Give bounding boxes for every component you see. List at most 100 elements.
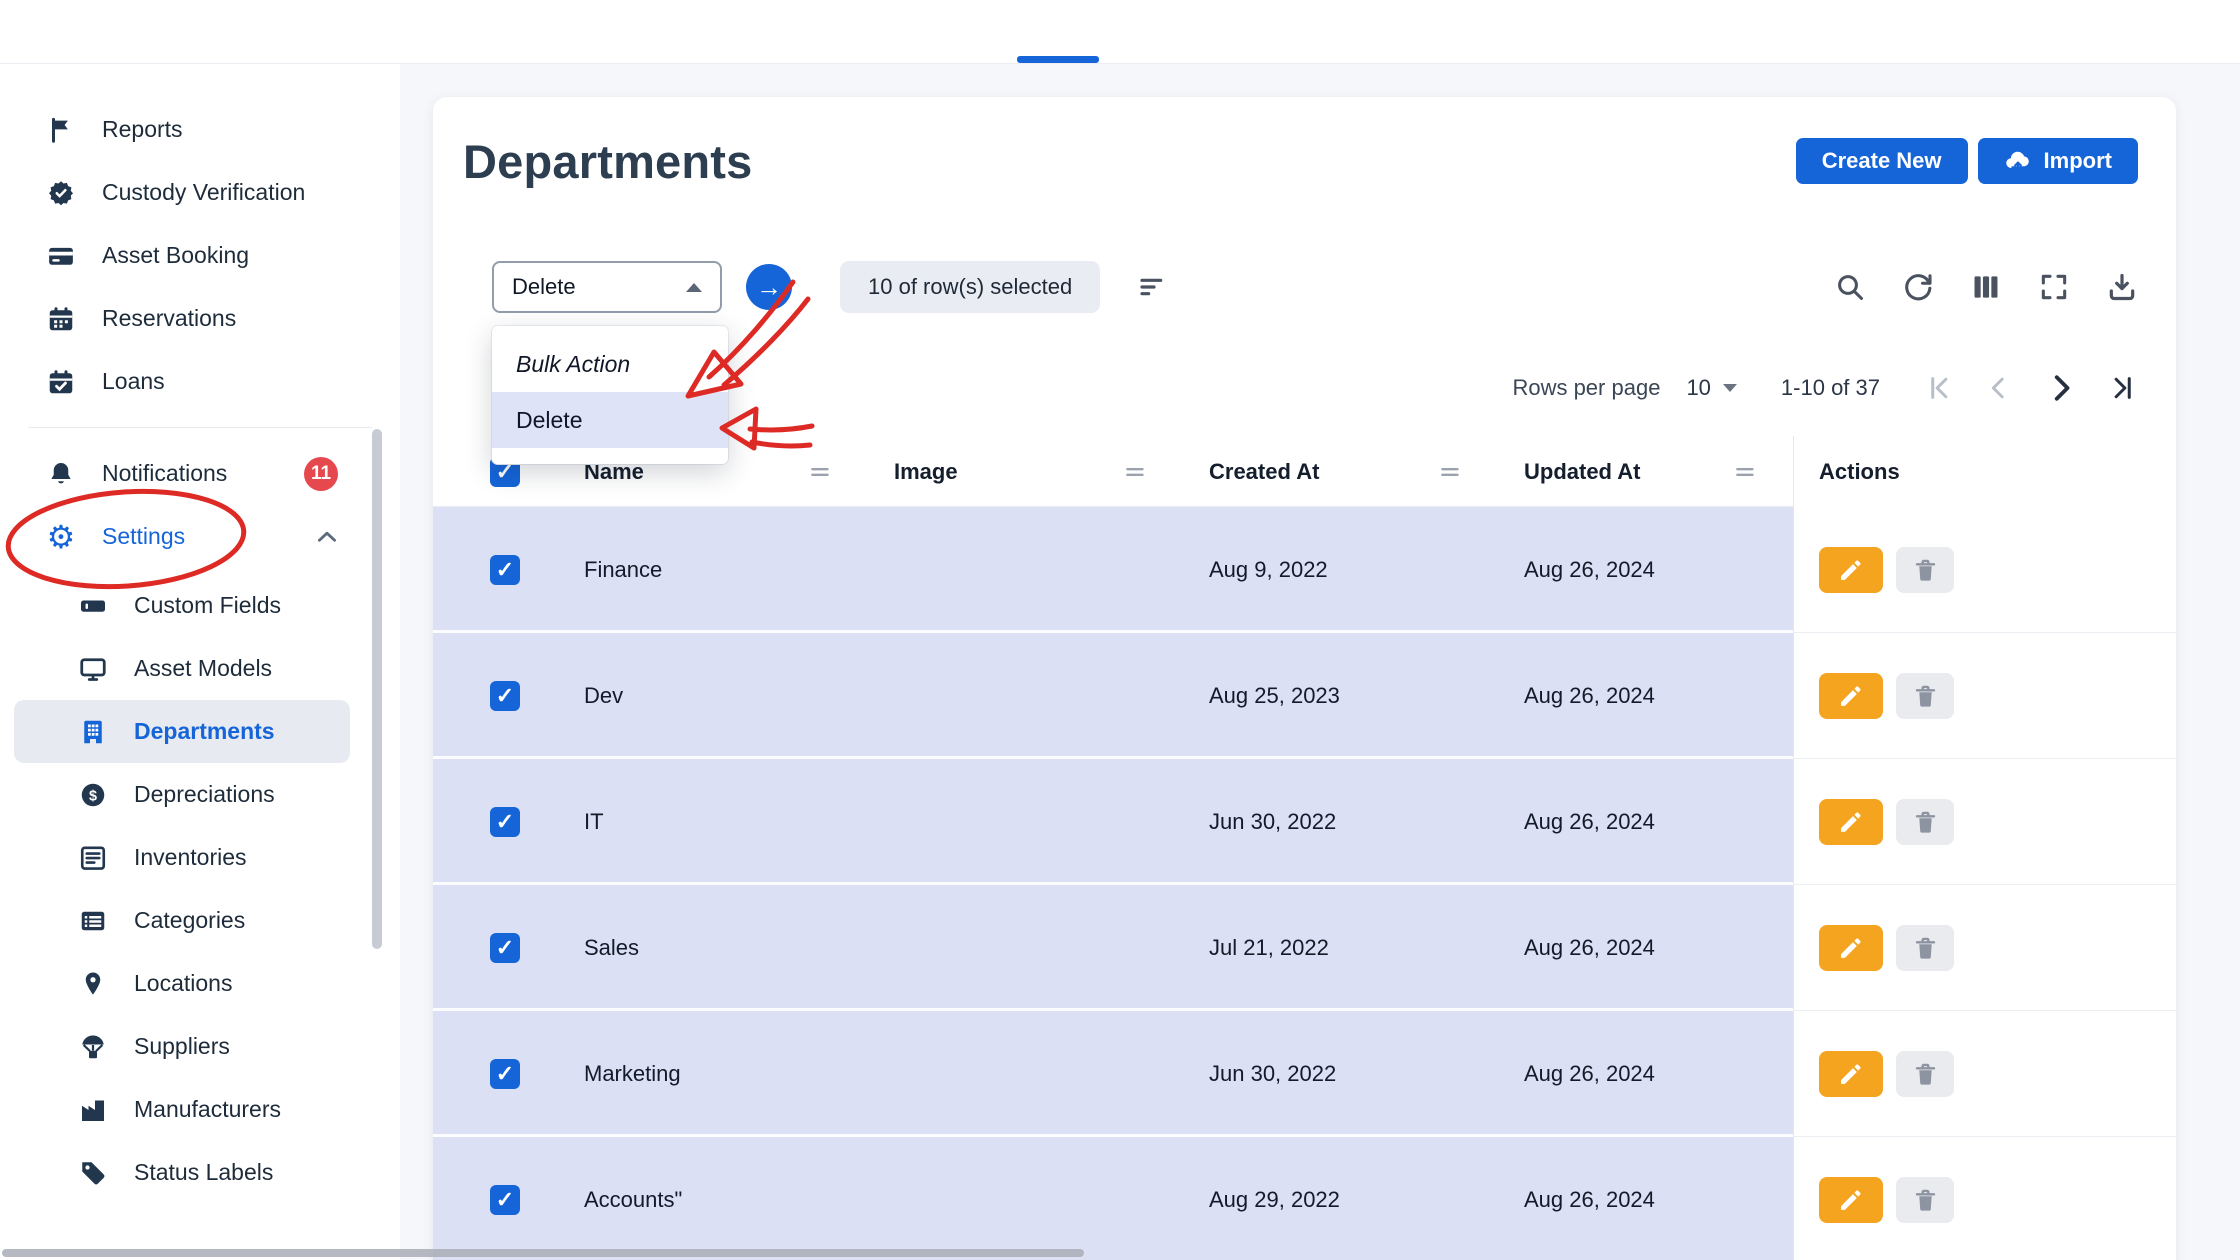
sidebar-item-label: Manufacturers <box>134 1096 282 1122</box>
column-header-image[interactable]: Image <box>868 436 1183 507</box>
sidebar-item-asset-models[interactable]: Asset Models <box>0 637 400 700</box>
selected-rows-label: 10 of row(s) selected <box>868 274 1073 299</box>
sidebar-item-status-labels[interactable]: Status Labels <box>0 1141 400 1204</box>
sidebar-item-inventories[interactable]: Inventories <box>0 826 400 889</box>
check-icon: ✓ <box>495 1187 515 1212</box>
column-resize-handle[interactable] <box>1733 459 1759 485</box>
sidebar-item-reports[interactable]: Reports <box>0 98 400 161</box>
sidebar-scrollbar[interactable] <box>372 429 382 949</box>
sidebar-item-custody-verification[interactable]: Custody Verification <box>0 161 400 224</box>
row-checkbox[interactable]: ✓ <box>490 555 520 585</box>
sidebar-item-label: Loans <box>102 368 165 394</box>
bulk-action-select[interactable]: Delete <box>492 261 722 313</box>
list-grid-icon <box>76 904 110 938</box>
check-icon: ✓ <box>495 683 515 708</box>
sidebar-item-label: Categories <box>134 907 246 933</box>
sidebar-item-asset-booking[interactable]: Asset Booking <box>0 224 400 287</box>
filter-lines-icon[interactable] <box>1138 271 1170 303</box>
cell-name: Finance <box>558 507 868 633</box>
svg-text:$: $ <box>89 788 97 804</box>
table-row: ✓ Finance Aug 9, 2022 Aug 26, 2024 <box>433 507 2176 633</box>
sidebar-item-label: Locations <box>134 970 233 996</box>
bell-icon <box>44 457 78 491</box>
column-resize-handle[interactable] <box>808 459 834 485</box>
row-checkbox[interactable]: ✓ <box>490 681 520 711</box>
map-pin-icon <box>76 967 110 1001</box>
delete-button[interactable] <box>1896 547 1954 593</box>
column-resize-handle[interactable] <box>1123 459 1149 485</box>
previous-page-button[interactable] <box>1984 373 2014 403</box>
sidebar-divider <box>28 427 372 428</box>
import-button[interactable]: Import <box>1977 138 2138 184</box>
top-bar <box>0 0 2240 64</box>
cell-updated-at: Aug 26, 2024 <box>1498 885 1793 1011</box>
menu-item-bulk-action[interactable]: Bulk Action <box>492 336 728 392</box>
page-header: Departments Create New Import <box>463 123 2138 199</box>
delete-button[interactable] <box>1896 1177 1954 1223</box>
sidebar-item-label: Departments <box>134 718 275 744</box>
rows-per-page-select[interactable]: 10 <box>1686 375 1737 401</box>
cell-created-at: Jul 21, 2022 <box>1183 885 1498 1011</box>
download-icon[interactable] <box>2106 271 2138 303</box>
sidebar-item-departments[interactable]: Departments <box>14 700 350 763</box>
edit-button[interactable] <box>1819 799 1883 845</box>
delete-button[interactable] <box>1896 799 1954 845</box>
building-icon <box>76 715 110 749</box>
calendar-icon <box>44 302 78 336</box>
column-header-updated-at[interactable]: Updated At <box>1498 436 1793 507</box>
check-icon: ✓ <box>495 935 515 960</box>
create-new-label: Create New <box>1821 148 1942 173</box>
sidebar-item-label: Inventories <box>134 844 247 870</box>
bulk-action-menu: Bulk Action Delete <box>492 326 728 464</box>
cell-name: Marketing <box>558 1011 868 1137</box>
search-icon[interactable] <box>1834 271 1866 303</box>
sidebar-item-manufacturers[interactable]: Manufacturers <box>0 1078 400 1141</box>
sidebar-item-settings[interactable]: ⚙ Settings <box>0 505 400 568</box>
edit-button[interactable] <box>1819 547 1883 593</box>
column-header-actions: Actions <box>1793 436 2176 507</box>
horizontal-scrollbar[interactable] <box>2 1249 1084 1257</box>
column-resize-handle[interactable] <box>1438 459 1464 485</box>
first-page-button[interactable] <box>1924 373 1954 403</box>
delete-button[interactable] <box>1896 1051 1954 1097</box>
sidebar-item-categories[interactable]: Categories <box>0 889 400 952</box>
delete-button[interactable] <box>1896 673 1954 719</box>
sidebar-item-depreciations[interactable]: $ Depreciations <box>0 763 400 826</box>
tag-icon <box>76 1156 110 1190</box>
refresh-icon[interactable] <box>1902 271 1934 303</box>
selected-rows-chip: 10 of row(s) selected <box>840 261 1101 313</box>
sidebar-item-suppliers[interactable]: Suppliers <box>0 1015 400 1078</box>
row-checkbox[interactable]: ✓ <box>490 807 520 837</box>
sidebar-item-custom-fields[interactable]: Custom Fields <box>0 574 400 637</box>
edit-button[interactable] <box>1819 1051 1883 1097</box>
table-body: ✓ Finance Aug 9, 2022 Aug 26, 2024 ✓ Dev… <box>433 507 2176 1260</box>
delete-button[interactable] <box>1896 925 1954 971</box>
row-checkbox[interactable]: ✓ <box>490 1059 520 1089</box>
apply-bulk-action-button[interactable]: → <box>746 264 792 310</box>
caret-up-icon <box>686 282 702 292</box>
edit-button[interactable] <box>1819 1177 1883 1223</box>
parachute-box-icon <box>76 1030 110 1064</box>
card-icon <box>44 239 78 273</box>
columns-icon[interactable] <box>1970 271 2002 303</box>
row-checkbox[interactable]: ✓ <box>490 1185 520 1215</box>
rows-per-page-value: 10 <box>1686 375 1711 400</box>
column-header-created-at[interactable]: Created At <box>1183 436 1498 507</box>
row-checkbox[interactable]: ✓ <box>490 933 520 963</box>
check-icon: ✓ <box>495 1061 515 1086</box>
edit-button[interactable] <box>1819 925 1883 971</box>
cell-created-at: Aug 25, 2023 <box>1183 633 1498 759</box>
sidebar-item-loans[interactable]: Loans <box>0 350 400 413</box>
create-new-button[interactable]: Create New <box>1795 138 1968 184</box>
sidebar-item-locations[interactable]: Locations <box>0 952 400 1015</box>
edit-button[interactable] <box>1819 673 1883 719</box>
sidebar-item-label: Notifications <box>102 460 228 486</box>
menu-item-delete[interactable]: Delete <box>492 392 728 448</box>
next-page-button[interactable] <box>2044 371 2078 405</box>
sidebar-item-notifications[interactable]: Notifications 11 <box>0 442 400 505</box>
sidebar-item-reservations[interactable]: Reservations <box>0 287 400 350</box>
bulk-action-value: Delete <box>512 274 576 299</box>
last-page-button[interactable] <box>2108 373 2138 403</box>
cell-image <box>868 1011 1183 1137</box>
fullscreen-icon[interactable] <box>2038 271 2070 303</box>
